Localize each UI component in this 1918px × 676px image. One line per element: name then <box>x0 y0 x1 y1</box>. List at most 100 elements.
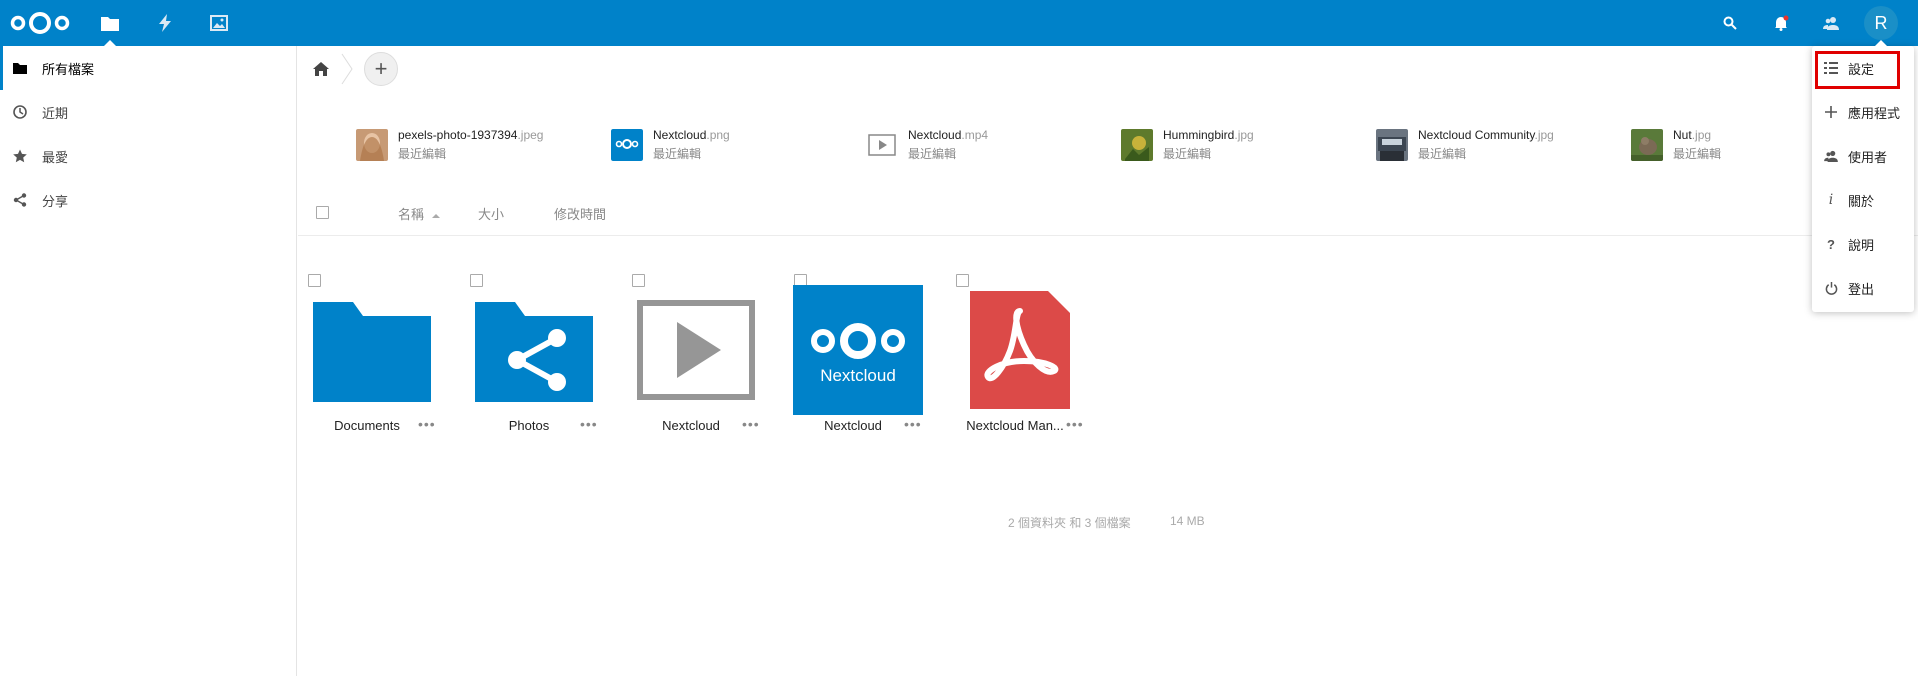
sidebar-item-all-files[interactable]: 所有檔案 <box>0 46 297 90</box>
new-file-button[interactable]: + <box>364 52 398 86</box>
user-avatar[interactable]: R <box>1864 6 1898 40</box>
file-tile[interactable]: Nextcloud Nextcloud ••• <box>788 274 928 444</box>
file-name: Photos <box>508 418 550 433</box>
column-name[interactable]: 名稱 <box>398 204 441 223</box>
activity-app-icon[interactable] <box>151 9 179 37</box>
breadcrumb-separator <box>341 53 353 85</box>
select-all-checkbox[interactable] <box>316 206 329 219</box>
column-size[interactable]: 大小 <box>478 204 504 223</box>
recent-file-name: Nextcloud <box>908 128 962 142</box>
menu-item-label: 關於 <box>1848 193 1875 209</box>
pdf-icon <box>950 284 1090 416</box>
recent-file-subtitle: 最近編輯 <box>908 147 957 161</box>
menu-item-label: 說明 <box>1848 237 1875 253</box>
file-tile[interactable]: Nextcloud ••• <box>626 274 766 444</box>
sidebar-item-label: 分享 <box>42 193 69 209</box>
nextcloud-image-thumbnail: Nextcloud <box>788 284 928 416</box>
svg-text:Nextcloud: Nextcloud <box>820 366 896 385</box>
file-tile[interactable]: Photos ••• <box>464 274 604 444</box>
video-icon <box>626 284 766 416</box>
menu-item-label: 使用者 <box>1848 149 1888 165</box>
sidebar-item-label: 所有檔案 <box>42 61 95 77</box>
recent-file-item[interactable]: Nextcloud.mp4 最近編輯 <box>866 126 988 164</box>
help-icon: ? <box>1827 236 1835 252</box>
more-actions-icon[interactable]: ••• <box>580 416 598 432</box>
sidebar-item-favorites[interactable]: 最愛 <box>0 134 297 178</box>
recent-file-subtitle: 最近編輯 <box>398 147 447 161</box>
app-navigation: 所有檔案 近期 最愛 分享 <box>0 46 297 676</box>
recent-file-item[interactable]: Nextcloud.png 最近編輯 <box>611 126 730 164</box>
recent-file-subtitle: 最近編輯 <box>653 147 702 161</box>
notifications-bell-icon[interactable] <box>1767 9 1795 37</box>
nextcloud-thumbnail <box>611 129 643 161</box>
sort-ascending-icon <box>432 213 441 218</box>
menu-item-users[interactable]: 使用者 <box>1812 134 1914 178</box>
recent-file-ext: .jpg <box>1534 128 1554 142</box>
summary-size: 14 MB <box>1170 514 1205 528</box>
recent-file-name: Nextcloud <box>653 128 707 142</box>
file-name: Nextcloud <box>824 418 882 433</box>
recent-file-ext: .jpg <box>1234 128 1254 142</box>
more-actions-icon[interactable]: ••• <box>742 416 760 432</box>
recent-file-item[interactable]: Nextcloud Community.jpg 最近編輯 <box>1376 126 1554 164</box>
nextcloud-logo[interactable] <box>8 9 72 37</box>
search-icon[interactable] <box>1716 9 1744 37</box>
recent-file-ext: .png <box>706 128 730 142</box>
column-name-label: 名稱 <box>398 207 425 222</box>
info-icon: i <box>1828 192 1834 208</box>
photo-thumbnail <box>1376 129 1408 161</box>
menu-item-help[interactable]: ? 說明 <box>1812 222 1914 266</box>
power-icon <box>1824 281 1838 295</box>
files-app-icon[interactable] <box>96 9 124 37</box>
users-icon <box>1824 149 1838 163</box>
sidebar-item-shares[interactable]: 分享 <box>0 178 297 222</box>
video-thumbnail <box>868 134 896 156</box>
recent-file-subtitle: 最近編輯 <box>1673 147 1722 161</box>
summary-counts: 2 個資料夾 和 3 個檔案 <box>1008 516 1131 530</box>
menu-item-label: 應用程式 <box>1848 105 1901 121</box>
column-modified[interactable]: 修改時間 <box>554 204 606 223</box>
recent-file-item[interactable]: Hummingbird.jpg 最近編輯 <box>1121 126 1254 164</box>
more-actions-icon[interactable]: ••• <box>904 416 922 432</box>
recent-file-name: Hummingbird <box>1163 128 1235 142</box>
recent-file-subtitle: 最近編輯 <box>1418 147 1467 161</box>
recent-file-name: pexels-photo-1937394 <box>398 128 518 142</box>
menu-item-label: 登出 <box>1848 281 1875 297</box>
recent-file-item[interactable]: pexels-photo-1937394.jpeg 最近編輯 <box>356 126 543 164</box>
shared-folder-icon <box>464 284 604 416</box>
file-name: Nextcloud <box>662 418 720 433</box>
contacts-icon[interactable] <box>1817 9 1845 37</box>
recent-file-item[interactable]: Nut.jpg 最近編輯 <box>1631 126 1721 164</box>
recent-file-ext: .jpg <box>1691 128 1712 142</box>
recent-file-name: Nut <box>1673 128 1692 142</box>
file-tile[interactable]: Nextcloud Man... ••• <box>950 274 1090 444</box>
clock-icon <box>12 104 28 120</box>
plus-icon <box>1824 105 1838 119</box>
sidebar-item-label: 近期 <box>42 105 69 121</box>
recent-file-ext: .jpeg <box>517 128 544 142</box>
star-icon <box>12 148 28 164</box>
menu-pointer <box>1874 40 1888 47</box>
photos-app-icon[interactable] <box>205 9 233 37</box>
file-tile[interactable]: Documents ••• <box>302 274 442 444</box>
photo-thumbnail <box>356 129 388 161</box>
photo-thumbnail <box>1631 129 1663 161</box>
sidebar-item-recent[interactable]: 近期 <box>0 90 297 134</box>
more-actions-icon[interactable]: ••• <box>418 416 436 432</box>
top-header: R <box>0 0 1918 46</box>
more-actions-icon[interactable]: ••• <box>1066 416 1084 432</box>
menu-item-logout[interactable]: 登出 <box>1812 266 1914 310</box>
menu-item-about[interactable]: i 關於 <box>1812 178 1914 222</box>
file-name: Nextcloud Man... <box>966 418 1064 433</box>
folder-icon <box>302 284 442 416</box>
sidebar-item-label: 最愛 <box>42 149 69 165</box>
file-list-header: 名稱 大小 修改時間 <box>298 190 1918 236</box>
recent-file-ext: .mp4 <box>961 128 989 142</box>
home-icon[interactable] <box>312 60 330 78</box>
menu-item-apps[interactable]: 應用程式 <box>1812 90 1914 134</box>
files-main: + pexels-photo-1937394.jpeg 最近編輯 Nextclou… <box>298 46 1918 676</box>
folder-icon <box>12 60 28 76</box>
photo-thumbnail <box>1121 129 1153 161</box>
recent-file-name: Nextcloud Community <box>1418 128 1535 142</box>
file-name: Documents <box>334 418 400 433</box>
